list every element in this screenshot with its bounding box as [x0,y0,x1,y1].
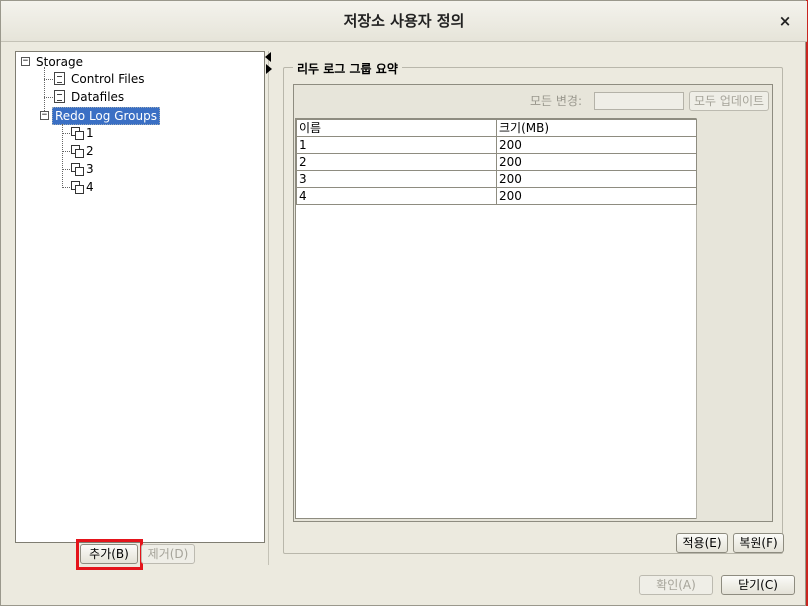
dialog-title: 저장소 사용자 정의 [343,12,465,30]
redo-summary-title: 리두 로그 그룹 요약 [293,60,402,77]
bulk-change-label: 모든 변경: [530,94,583,108]
close-button[interactable]: 닫기(C) [721,575,795,595]
tree-item-redo-group-3[interactable]: 3 [86,161,94,177]
table-row[interactable]: 2 200 [296,153,697,171]
ok-button[interactable]: 확인(A) [639,575,713,595]
tree-connector [44,97,53,98]
splitter[interactable] [268,51,269,565]
tree-connector [62,133,70,134]
redo-group-icon [71,163,84,176]
remove-button[interactable]: 제거(D) [141,544,195,564]
expand-right-arrow-icon[interactable] [266,64,272,74]
collapse-redo-icon[interactable]: − [40,111,49,120]
redo-group-icon [71,127,84,140]
table-row[interactable]: 4 200 [296,187,697,205]
tree-item-redo-group-4[interactable]: 4 [86,179,94,195]
tree-item-redo-log-groups[interactable]: Redo Log Groups [52,107,160,125]
collapse-left-arrow-icon[interactable] [265,52,271,62]
cell-size[interactable]: 200 [496,170,697,188]
collapse-storage-icon[interactable]: − [21,57,30,66]
tree-connector [44,79,53,80]
datafiles-icon [54,90,65,103]
tree-item-datafiles[interactable]: Datafiles [71,89,124,105]
update-all-button[interactable]: 모두 업데이트 [689,91,769,111]
apply-button[interactable]: 적용(E) [676,533,728,553]
table-row[interactable]: 3 200 [296,170,697,188]
control-files-icon [54,72,65,85]
title-bar: 저장소 사용자 정의 × [1,1,807,42]
tree-connector [62,187,70,188]
highlight-box [76,539,143,570]
table-empty-region [696,118,770,519]
column-header-name[interactable]: 이름 [296,119,497,137]
tree-item-redo-group-1[interactable]: 1 [86,125,94,141]
cell-name[interactable]: 4 [296,187,497,205]
redo-group-icon [71,145,84,158]
redo-groups-table: 이름 크기(MB) 1 200 2 200 3 200 4 200 [296,119,697,205]
cell-name[interactable]: 1 [296,136,497,154]
tree-item-redo-group-2[interactable]: 2 [86,143,94,159]
cell-size[interactable]: 200 [496,136,697,154]
cell-size[interactable]: 200 [496,187,697,205]
column-header-size[interactable]: 크기(MB) [496,119,697,137]
cell-name[interactable]: 2 [296,153,497,171]
tree-connector [44,67,45,115]
tree-item-control-files[interactable]: Control Files [71,71,145,87]
bulk-change-input[interactable] [594,92,684,110]
cell-size[interactable]: 200 [496,153,697,171]
cell-name[interactable]: 3 [296,170,497,188]
table-row[interactable]: 1 200 [296,136,697,154]
table-header-row: 이름 크기(MB) [296,119,697,137]
tree-connector [62,151,70,152]
revert-button[interactable]: 복원(F) [733,533,784,553]
tree-connector [62,169,70,170]
redo-group-icon [71,181,84,194]
close-icon[interactable]: × [775,11,795,31]
